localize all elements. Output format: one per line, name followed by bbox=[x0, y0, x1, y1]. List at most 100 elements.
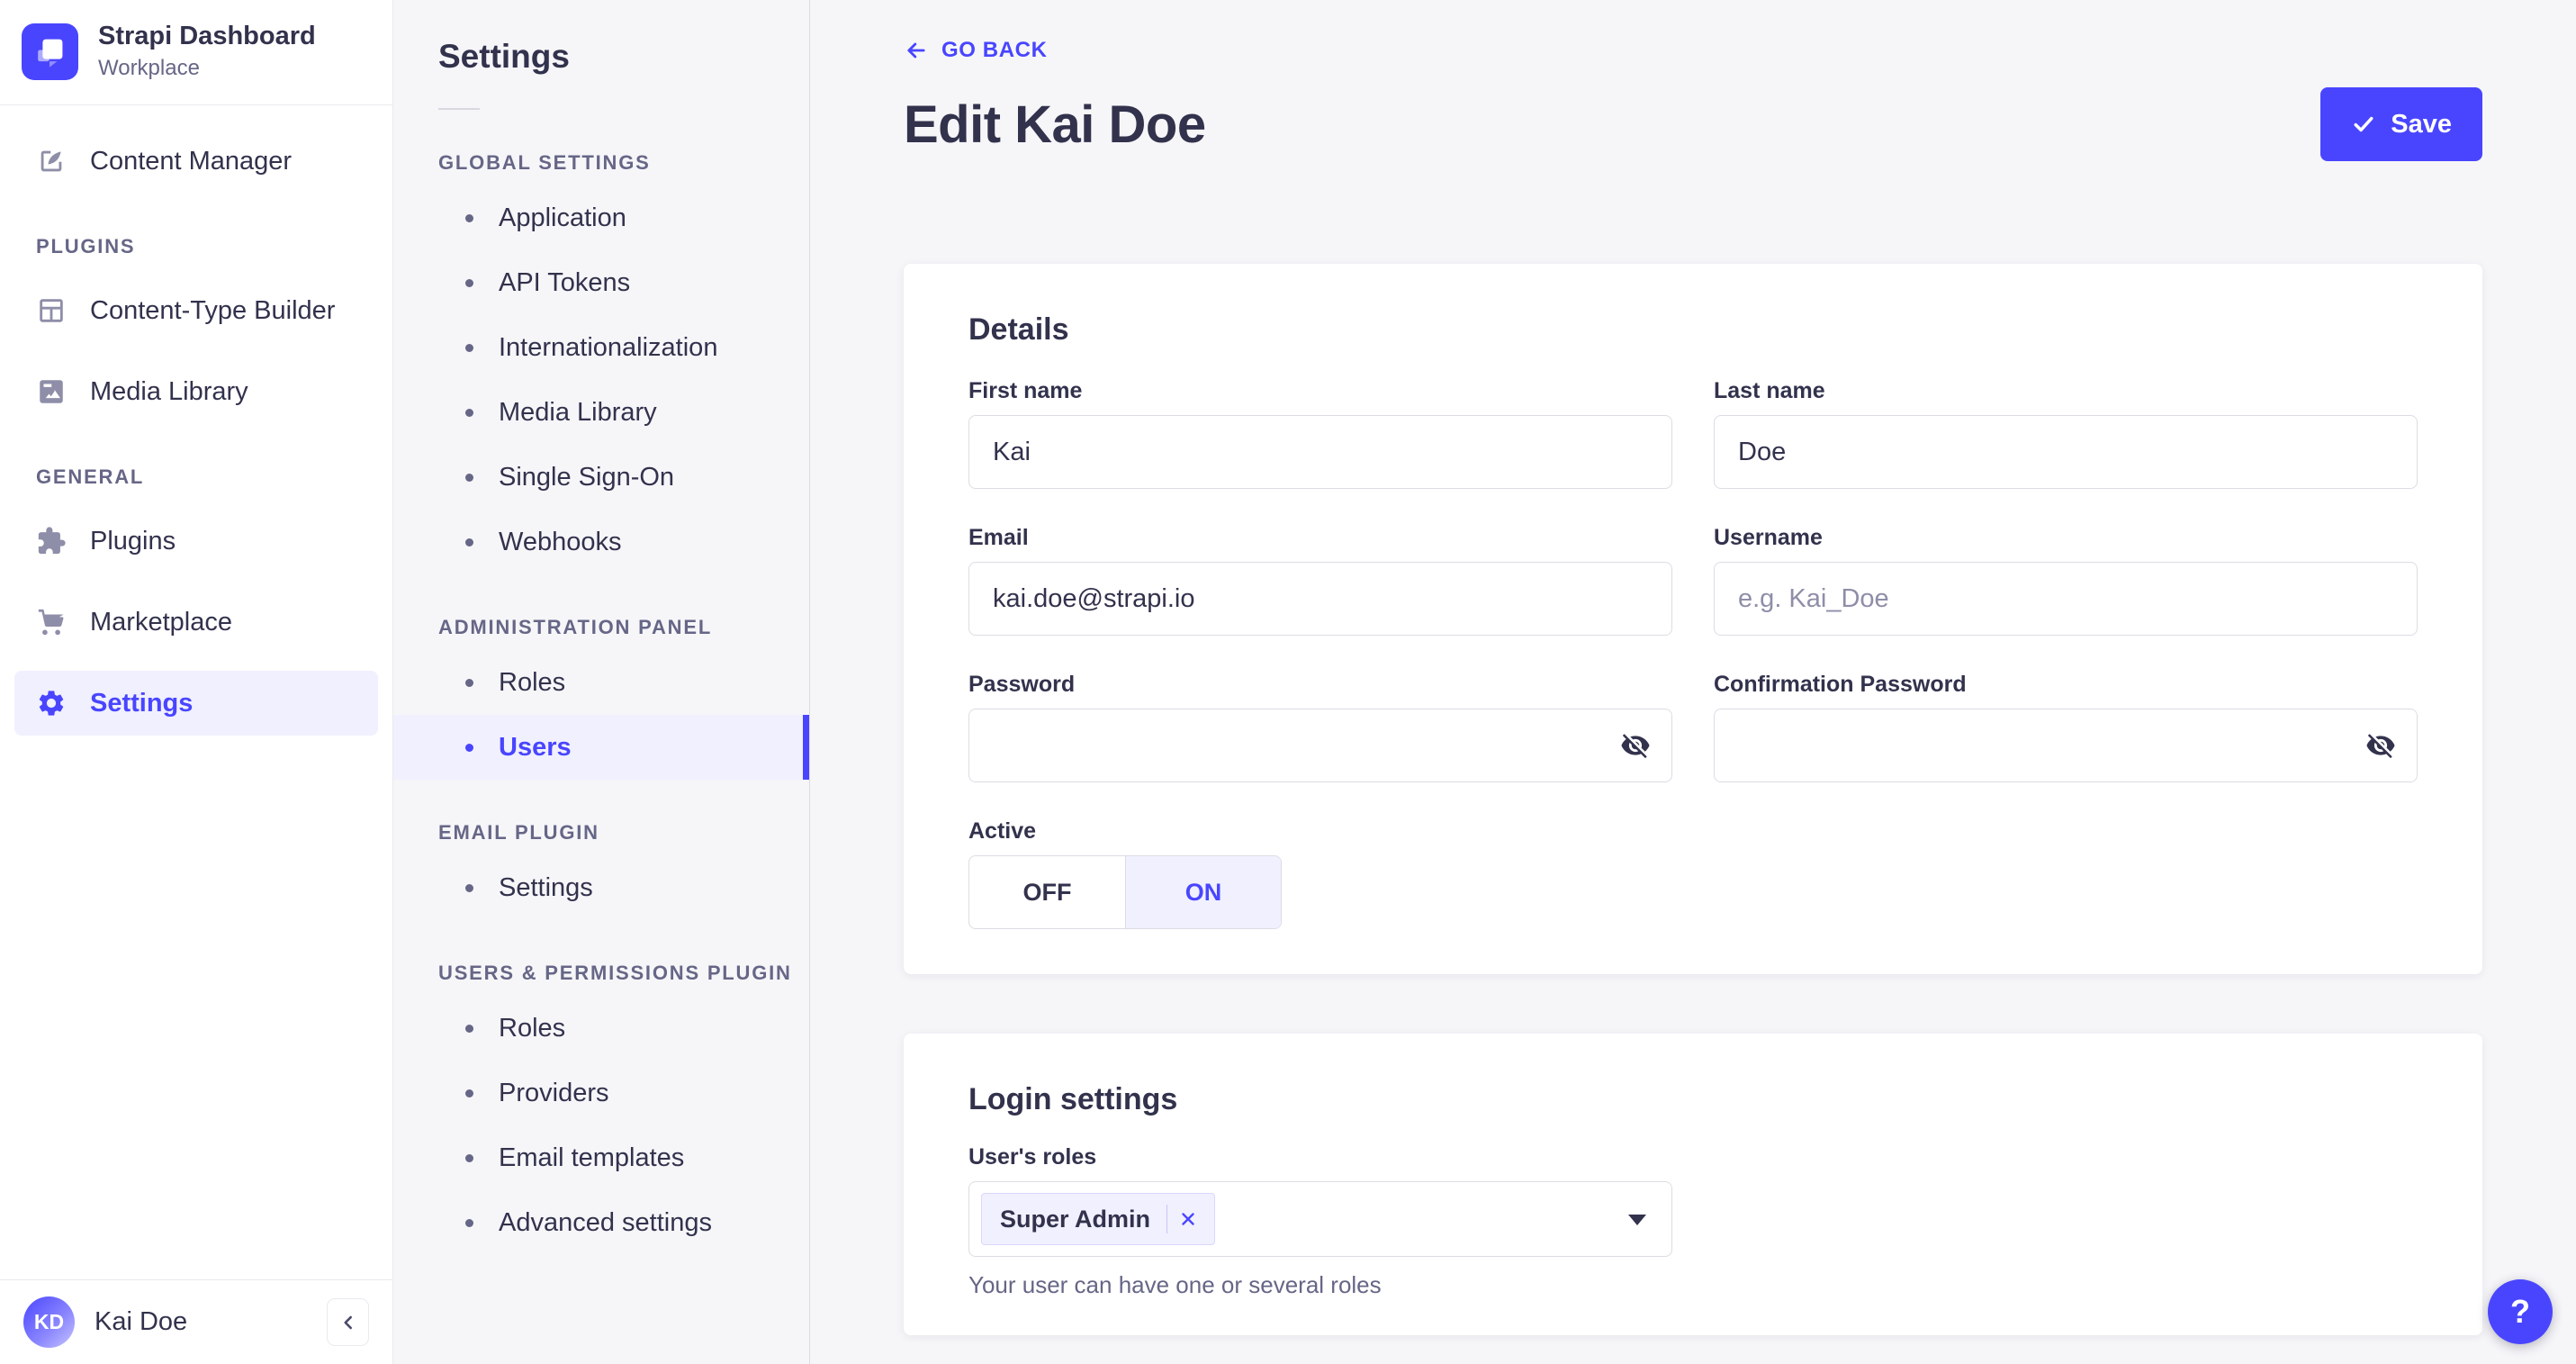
subnav-item-label: Advanced settings bbox=[499, 1207, 712, 1237]
page-header: Edit Kai Doe Save bbox=[904, 87, 2482, 161]
subnav-item-providers[interactable]: Providers bbox=[393, 1061, 809, 1125]
confirmation-password-visibility-toggle[interactable] bbox=[2364, 729, 2398, 763]
subnav-item-application[interactable]: Application bbox=[393, 185, 809, 250]
field-first-name: First name bbox=[968, 378, 1672, 489]
subnav-section-users-permissions-plugin: USERS & PERMISSIONS PLUGIN bbox=[438, 962, 792, 984]
nav-user-area: KD Kai Doe bbox=[0, 1279, 392, 1364]
role-tag-label: Super Admin bbox=[1000, 1205, 1151, 1233]
user-menu[interactable]: KD Kai Doe bbox=[23, 1296, 307, 1348]
bullet-icon bbox=[465, 343, 473, 352]
subnav-title: Settings bbox=[438, 38, 570, 75]
subnav-section-administration-panel: ADMINISTRATION PANEL bbox=[438, 616, 713, 638]
subnav-item-media-library[interactable]: Media Library bbox=[393, 380, 809, 445]
subnav-item-label: Webhooks bbox=[499, 527, 622, 556]
bullet-icon bbox=[465, 883, 473, 892]
field-password: Password bbox=[968, 672, 1672, 782]
username-input[interactable] bbox=[1714, 562, 2418, 636]
nav-section-general: GENERAL bbox=[36, 465, 145, 488]
password-visibility-toggle[interactable] bbox=[1618, 729, 1653, 763]
username-label: Username bbox=[1714, 525, 1823, 550]
subnav-item-label: API Tokens bbox=[499, 267, 631, 297]
first-name-input[interactable] bbox=[968, 415, 1672, 489]
subnav-item-single-sign-on[interactable]: Single Sign-On bbox=[393, 445, 809, 510]
password-input[interactable] bbox=[968, 709, 1672, 782]
subnav-item-label: Providers bbox=[499, 1078, 609, 1107]
remove-role-button[interactable] bbox=[1167, 1198, 1209, 1240]
nav-item-content-manager[interactable]: Content Manager bbox=[14, 129, 378, 194]
avatar: KD bbox=[23, 1296, 75, 1348]
field-username: Username bbox=[1714, 525, 2418, 636]
bullet-icon bbox=[465, 537, 473, 547]
bullet-icon bbox=[465, 678, 473, 687]
chevron-down-icon[interactable] bbox=[1628, 1215, 1646, 1225]
nav-item-media-library[interactable]: Media Library bbox=[14, 359, 378, 424]
bullet-icon bbox=[465, 408, 473, 417]
help-button[interactable]: ? bbox=[2488, 1279, 2553, 1344]
go-back-label: GO BACK bbox=[941, 38, 1048, 62]
subnav-item-internationalization[interactable]: Internationalization bbox=[393, 315, 809, 380]
go-back-link[interactable]: GO BACK bbox=[904, 38, 1048, 63]
main-content: GO BACK Edit Kai Doe Save Details First … bbox=[810, 0, 2576, 1364]
main-nav-items: Content Manager PLUGINS Content-Type Bui… bbox=[0, 105, 392, 1279]
nav-item-content-type-builder[interactable]: Content-Type Builder bbox=[14, 278, 378, 343]
subnav-item-label: Settings bbox=[499, 872, 593, 902]
field-user-roles: User's roles Super Admin Your user can h… bbox=[968, 1144, 2418, 1299]
subnav-item-label: Media Library bbox=[499, 397, 657, 427]
subnav-item-advanced-settings[interactable]: Advanced settings bbox=[393, 1190, 809, 1255]
active-indicator bbox=[803, 715, 809, 780]
login-settings-heading: Login settings bbox=[968, 1082, 1178, 1116]
brand-title: Strapi Dashboard bbox=[98, 22, 316, 50]
collapse-sidebar-button[interactable] bbox=[327, 1298, 369, 1346]
subnav-item-email-settings[interactable]: Settings bbox=[393, 855, 809, 920]
subnav-item-webhooks[interactable]: Webhooks bbox=[393, 510, 809, 574]
nav-item-label: Marketplace bbox=[90, 607, 232, 637]
subnav-item-label: Users bbox=[499, 732, 572, 762]
subnav-item-admin-roles[interactable]: Roles bbox=[393, 650, 809, 715]
save-button[interactable]: Save bbox=[2320, 87, 2482, 161]
email-input[interactable] bbox=[968, 562, 1672, 636]
nav-item-marketplace[interactable]: Marketplace bbox=[14, 590, 378, 655]
brand[interactable]: Strapi Dashboard Workplace bbox=[0, 0, 392, 104]
subnav-section-global-settings: GLOBAL SETTINGS bbox=[438, 151, 651, 174]
subnav-item-label: Roles bbox=[499, 1013, 566, 1043]
bullet-icon bbox=[465, 278, 473, 287]
nav-item-label: Settings bbox=[90, 688, 194, 718]
last-name-label: Last name bbox=[1714, 378, 1825, 403]
bullet-icon bbox=[465, 743, 473, 752]
subnav-item-up-roles[interactable]: Roles bbox=[393, 996, 809, 1061]
bullet-icon bbox=[465, 1088, 473, 1098]
subnav-item-email-templates[interactable]: Email templates bbox=[393, 1125, 809, 1190]
password-label: Password bbox=[968, 672, 1076, 697]
chevron-left-icon bbox=[343, 1315, 352, 1329]
toggle-on-option[interactable]: ON bbox=[1125, 856, 1281, 928]
eye-off-icon bbox=[1621, 733, 1650, 758]
nav-item-plugins[interactable]: Plugins bbox=[14, 509, 378, 574]
confirmation-password-input[interactable] bbox=[1714, 709, 2418, 782]
save-button-label: Save bbox=[2391, 109, 2452, 139]
user-name: Kai Doe bbox=[95, 1307, 188, 1336]
user-roles-select[interactable]: Super Admin bbox=[968, 1181, 1672, 1257]
subnav-item-label: Internationalization bbox=[499, 332, 718, 362]
bullet-icon bbox=[465, 1153, 473, 1162]
divider bbox=[438, 108, 480, 110]
roles-helper-text: Your user can have one or several roles bbox=[968, 1271, 1382, 1298]
active-label: Active bbox=[968, 818, 1037, 844]
layout-icon bbox=[36, 295, 67, 326]
close-icon bbox=[1182, 1213, 1194, 1225]
nav-item-settings[interactable]: Settings bbox=[14, 671, 378, 736]
brand-subtitle: Workplace bbox=[98, 56, 200, 80]
details-heading: Details bbox=[968, 312, 1069, 347]
subnav-item-api-tokens[interactable]: API Tokens bbox=[393, 250, 809, 315]
subnav-item-admin-users[interactable]: Users bbox=[393, 715, 809, 780]
toggle-off-option[interactable]: OFF bbox=[969, 856, 1125, 928]
login-settings-card: Login settings User's roles Super Admin … bbox=[904, 1034, 2482, 1335]
bullet-icon bbox=[465, 213, 473, 222]
subnav-section-email-plugin: EMAIL PLUGIN bbox=[438, 821, 599, 844]
active-toggle: OFF ON bbox=[968, 855, 1282, 929]
check-icon bbox=[2354, 116, 2373, 132]
main-nav-sidebar: Strapi Dashboard Workplace Content Manag… bbox=[0, 0, 393, 1364]
strapi-logo-glyph bbox=[37, 39, 62, 68]
bullet-icon bbox=[465, 1218, 473, 1227]
last-name-input[interactable] bbox=[1714, 415, 2418, 489]
brand-text: Strapi Dashboard Workplace bbox=[98, 22, 316, 81]
